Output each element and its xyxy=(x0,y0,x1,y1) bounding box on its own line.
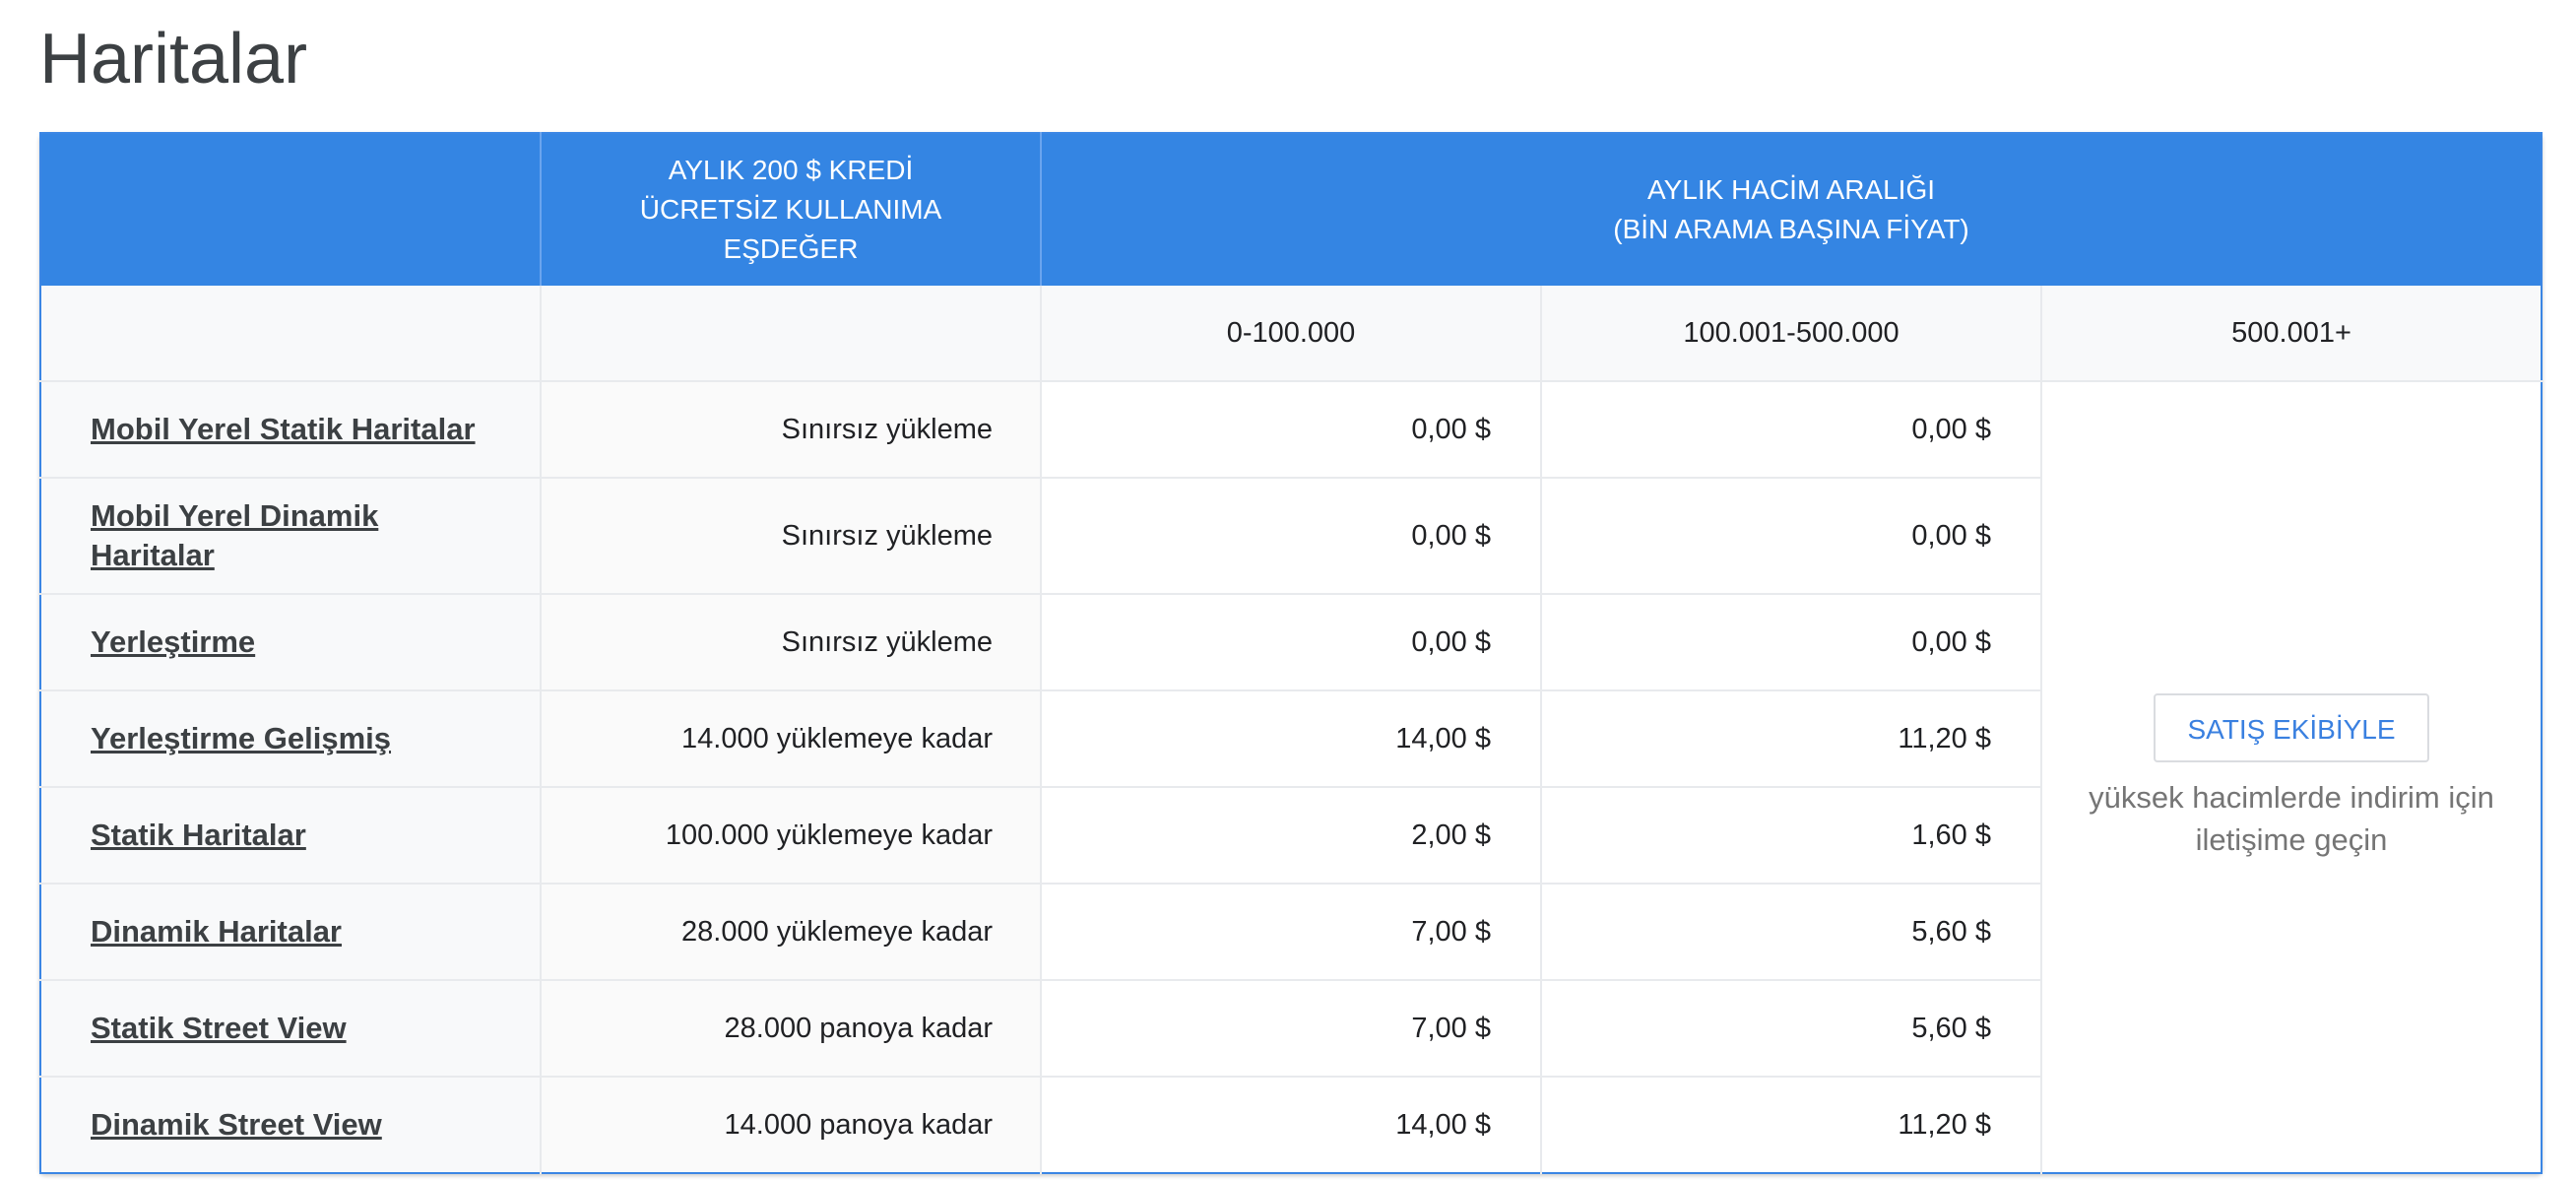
product-link[interactable]: Mobil Yerel Statik Haritalar xyxy=(91,412,476,446)
price-tier2-cell: 1,60 $ xyxy=(1540,787,2041,885)
free-usage-cell: Sınırsız yükleme xyxy=(540,594,1041,691)
free-usage-cell: 14.000 panoya kadar xyxy=(540,1077,1041,1173)
row-label-cell: Statik Street View xyxy=(40,980,541,1078)
price-tier1-cell: 14,00 $ xyxy=(1040,690,1541,788)
header-empty-cell xyxy=(40,133,541,286)
product-link[interactable]: Dinamik Street View xyxy=(91,1107,382,1142)
header-volume-range: AYLIK HACİM ARALIĞI (BİN ARAMA BAŞINA Fİ… xyxy=(1039,133,2543,286)
price-tier1-cell: 7,00 $ xyxy=(1040,884,1541,981)
price-tier2-cell: 0,00 $ xyxy=(1540,381,2041,479)
price-tier1-cell: 0,00 $ xyxy=(1040,594,1541,691)
header-free-usage-line: EŞDEĞER xyxy=(723,233,859,264)
price-tier1-cell: 14,00 $ xyxy=(1040,1077,1541,1173)
price-tier1-cell: 0,00 $ xyxy=(1040,381,1541,479)
row-label-cell: Dinamik Street View xyxy=(40,1077,541,1173)
row-label-cell: Dinamik Haritalar xyxy=(40,884,541,981)
price-tier2-cell: 11,20 $ xyxy=(1540,690,2041,788)
row-label-cell: Mobil Yerel Statik Haritalar xyxy=(40,381,541,479)
sales-note: yüksek hacimlerde indirim için iletişime… xyxy=(2089,780,2494,857)
product-link[interactable]: Statik Street View xyxy=(91,1011,347,1045)
table-header-row: AYLIK 200 $ KREDİ ÜCRETSİZ KULLANIMA EŞD… xyxy=(40,133,2543,286)
header-free-usage-line: ÜCRETSİZ KULLANIMA xyxy=(639,194,942,225)
header-free-usage: AYLIK 200 $ KREDİ ÜCRETSİZ KULLANIMA EŞD… xyxy=(540,133,1041,286)
free-usage-cell: Sınırsız yükleme xyxy=(540,478,1041,595)
free-usage-cell: 100.000 yüklemeye kadar xyxy=(540,787,1041,885)
row-label-cell: Yerleştirme xyxy=(40,594,541,691)
tier-empty-cell xyxy=(540,286,1041,382)
free-usage-cell: 28.000 yüklemeye kadar xyxy=(540,884,1041,981)
price-tier2-cell: 0,00 $ xyxy=(1540,594,2041,691)
page-title: Haritalar xyxy=(39,20,308,98)
product-link[interactable]: Statik Haritalar xyxy=(91,818,306,852)
product-link[interactable]: Dinamik Haritalar xyxy=(91,914,342,949)
product-link[interactable]: Yerleştirme xyxy=(91,624,255,659)
row-label-cell: Yerleştirme Gelişmiş xyxy=(40,690,541,788)
price-tier2-cell: 11,20 $ xyxy=(1540,1077,2041,1173)
tier-label-2: 100.001-500.000 xyxy=(1540,286,2041,382)
price-tier2-cell: 0,00 $ xyxy=(1540,478,2041,595)
product-link[interactable]: Yerleştirme Gelişmiş xyxy=(91,721,391,755)
contact-sales-button[interactable]: SATIŞ EKİBİYLE xyxy=(2154,693,2429,762)
price-tier1-cell: 0,00 $ xyxy=(1040,478,1541,595)
price-tier2-cell: 5,60 $ xyxy=(1540,980,2041,1078)
header-free-usage-line: AYLIK 200 $ KREDİ xyxy=(668,155,914,185)
price-tier1-cell: 2,00 $ xyxy=(1040,787,1541,885)
free-usage-cell: Sınırsız yükleme xyxy=(540,381,1041,479)
sales-contact-cell: SATIŞ EKİBİYLE yüksek hacimlerde indirim… xyxy=(2039,381,2543,1173)
tier-label-1: 0-100.000 xyxy=(1040,286,1541,382)
header-volume-line: (BİN ARAMA BAŞINA FİYAT) xyxy=(1613,214,1969,244)
header-volume-line: AYLIK HACİM ARALIĞI xyxy=(1646,174,1936,205)
tier-header-row: 0-100.000 100.001-500.000 500.001+ xyxy=(40,286,2543,382)
free-usage-cell: 28.000 panoya kadar xyxy=(540,980,1041,1078)
product-link[interactable]: Mobil Yerel Dinamik Haritalar xyxy=(91,498,378,572)
tier-label-3: 500.001+ xyxy=(2039,286,2543,382)
table-row: Mobil Yerel Statik Haritalar Sınırsız yü… xyxy=(40,381,2543,1173)
row-label-cell: Statik Haritalar xyxy=(40,787,541,885)
price-tier1-cell: 7,00 $ xyxy=(1040,980,1541,1078)
price-tier2-cell: 5,60 $ xyxy=(1540,884,2041,981)
free-usage-cell: 14.000 yüklemeye kadar xyxy=(540,690,1041,788)
tier-empty-cell xyxy=(40,286,541,382)
row-label-cell: Mobil Yerel Dinamik Haritalar xyxy=(40,478,541,595)
pricing-table: AYLIK 200 $ KREDİ ÜCRETSİZ KULLANIMA EŞD… xyxy=(39,132,2544,1174)
